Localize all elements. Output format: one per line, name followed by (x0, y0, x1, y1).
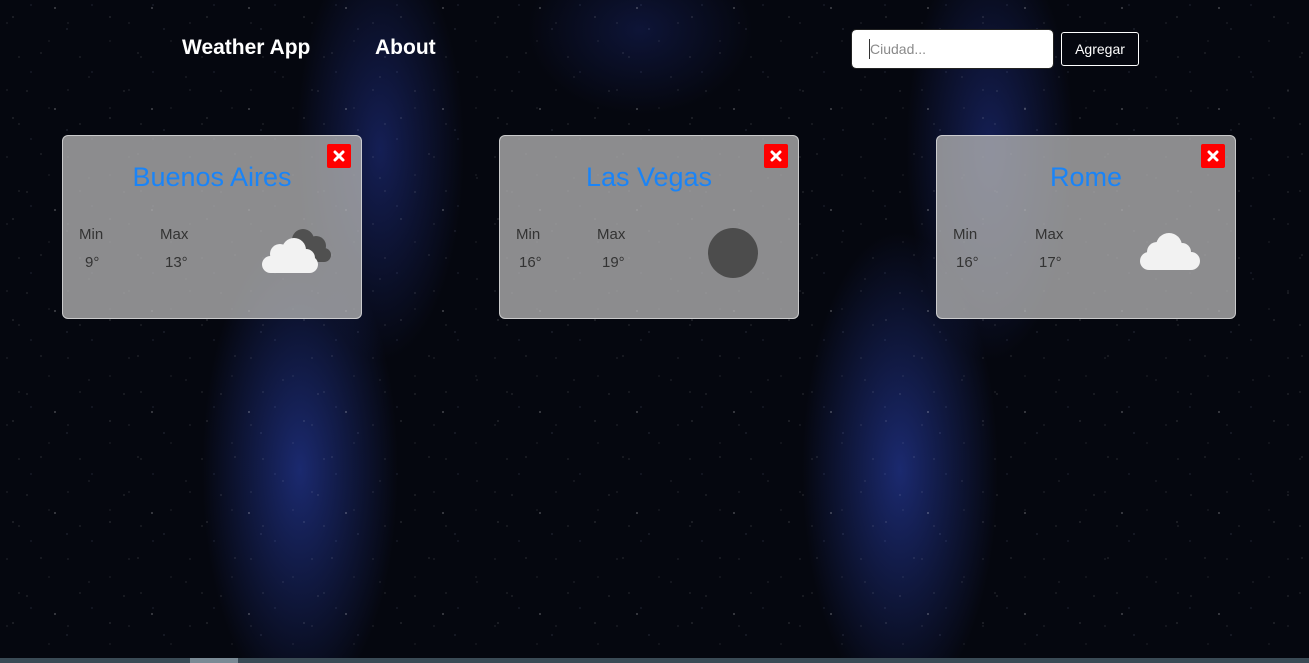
city-name[interactable]: Las Vegas (500, 162, 798, 193)
clear-sky-night-icon (708, 228, 758, 278)
close-icon (770, 150, 782, 162)
city-name[interactable]: Buenos Aires (63, 162, 361, 193)
text-cursor (869, 39, 870, 59)
max-temp-value: 17° (1039, 254, 1062, 271)
min-temp-value: 9° (85, 254, 100, 271)
min-label: Min (953, 226, 978, 243)
city-card-las-vegas: Las Vegas Min Max 16° 19° (499, 135, 799, 319)
add-city-button[interactable]: Agregar (1061, 32, 1139, 66)
min-label: Min (516, 226, 541, 243)
max-label: Max (160, 226, 189, 243)
about-link[interactable]: About (375, 36, 436, 60)
broken-clouds-icon (262, 229, 331, 273)
min-label: Min (79, 226, 104, 243)
close-icon (1207, 150, 1219, 162)
city-search-input[interactable] (851, 29, 1054, 69)
brand-link[interactable]: Weather App (182, 36, 310, 60)
starfield-background-layer (0, 0, 1309, 663)
starfield-background (0, 0, 1309, 663)
few-clouds-icon (1140, 233, 1200, 270)
scrollbar-thumb[interactable] (190, 658, 238, 663)
city-card-rome: Rome Min Max 16° 17° (936, 135, 1236, 319)
city-name[interactable]: Rome (937, 162, 1235, 193)
max-label: Max (597, 226, 626, 243)
horizontal-scrollbar[interactable] (0, 658, 1309, 663)
min-temp-value: 16° (519, 254, 542, 271)
min-temp-value: 16° (956, 254, 979, 271)
max-temp-value: 19° (602, 254, 625, 271)
close-icon (333, 150, 345, 162)
max-temp-value: 13° (165, 254, 188, 271)
city-card-buenos-aires: Buenos Aires Min Max 9° 13° (62, 135, 362, 319)
max-label: Max (1035, 226, 1064, 243)
